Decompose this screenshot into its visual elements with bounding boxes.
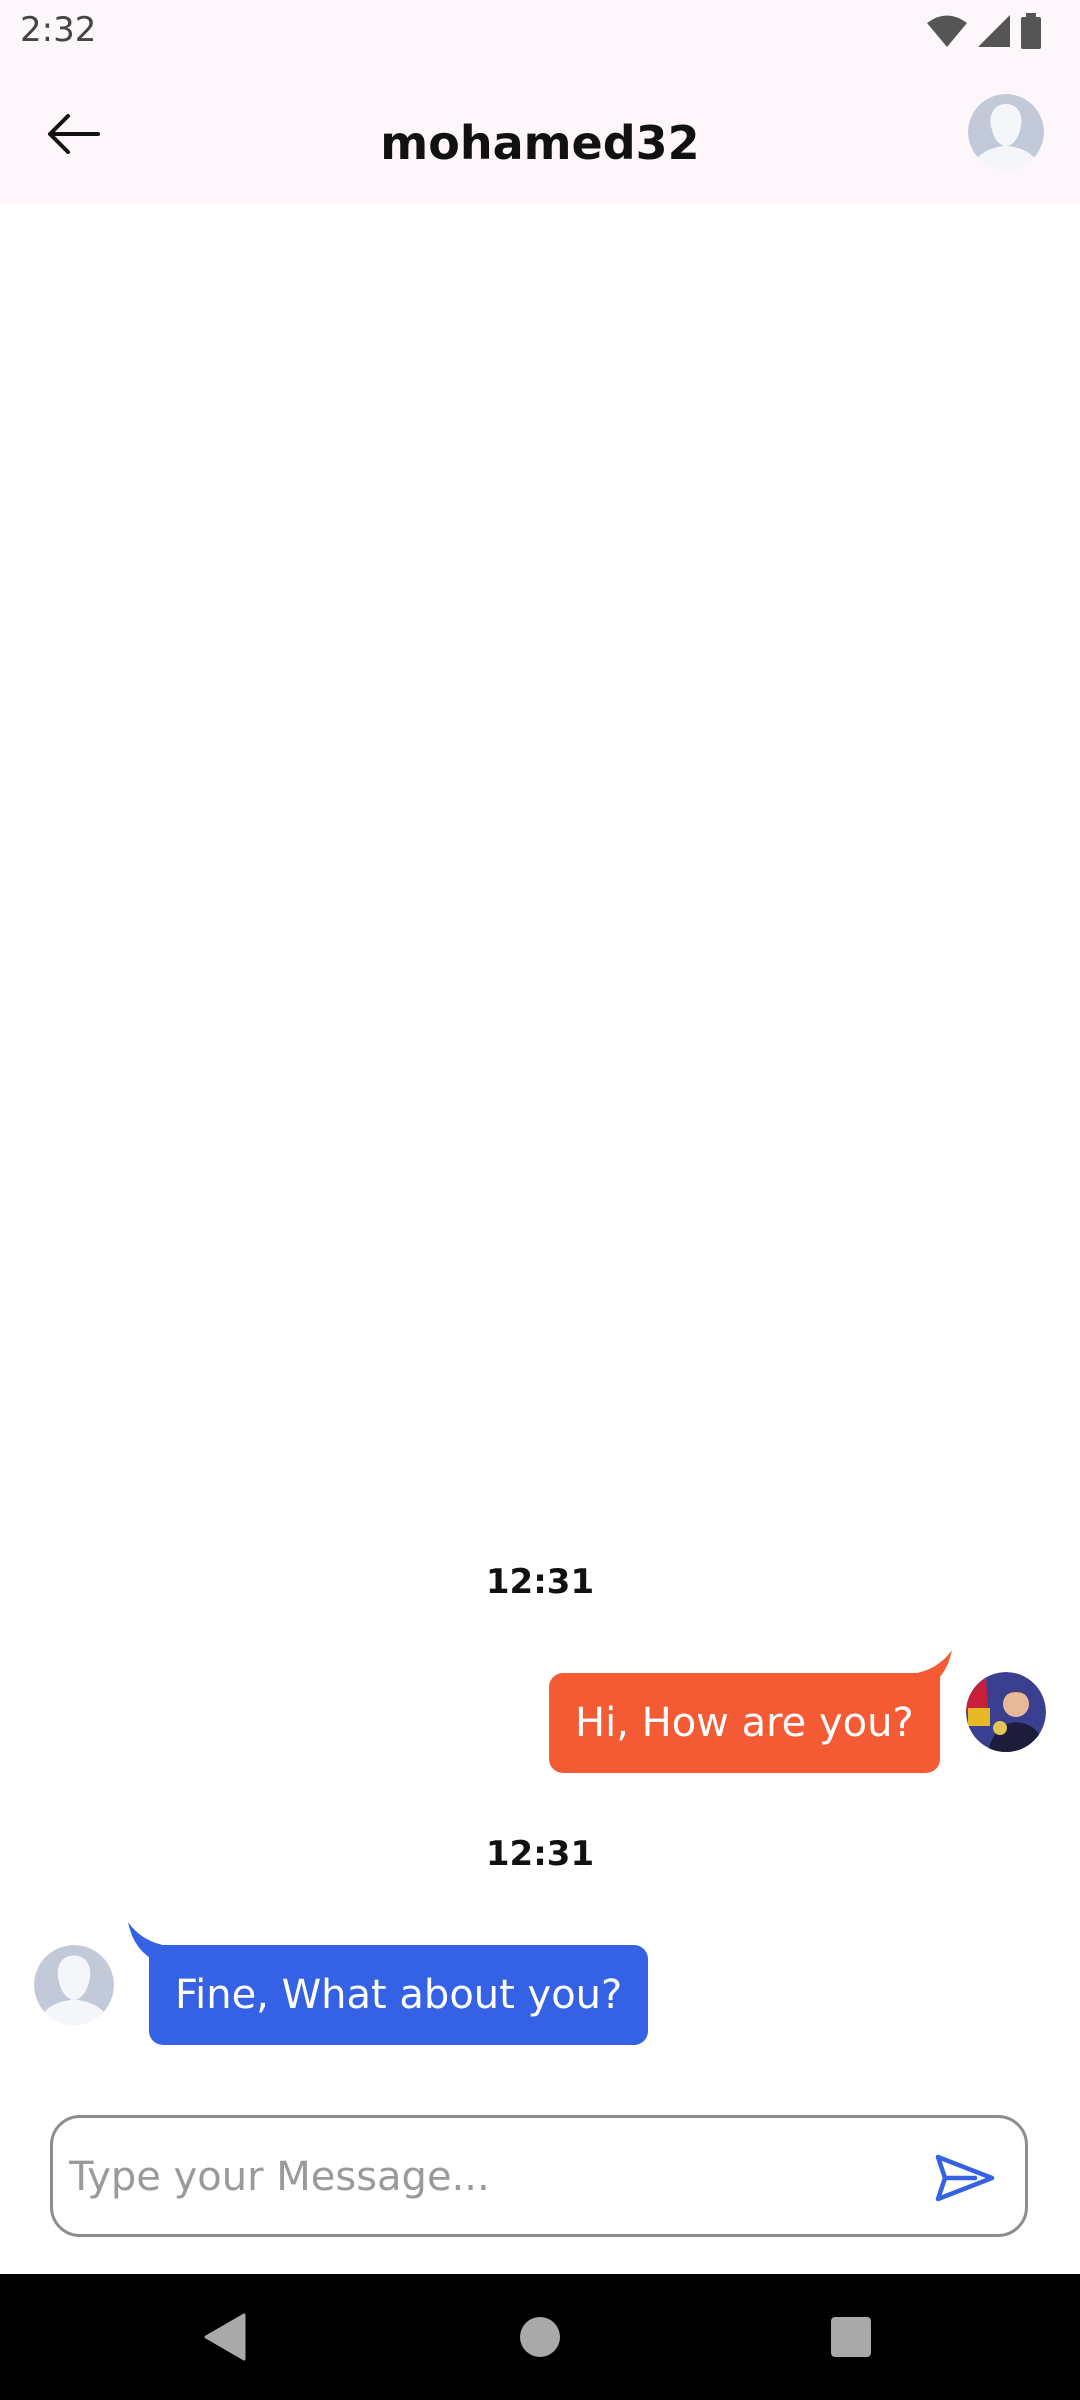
user-photo-avatar (966, 1672, 1046, 1752)
received-message-bubble[interactable]: Fine, What about you? (149, 1945, 649, 2045)
send-icon (935, 2154, 995, 2202)
wifi-icon (927, 15, 967, 47)
status-icons (926, 12, 1042, 50)
sent-message-bubble[interactable]: Hi, How are you? (549, 1673, 940, 1773)
sender-avatar[interactable] (966, 1672, 1046, 1752)
chat-screen: 2:32 mohamed32 12:31 Hi, How are you? 12… (0, 0, 1080, 2400)
send-button[interactable] (933, 2146, 997, 2210)
battery-icon (1021, 13, 1041, 49)
recents-square-icon (831, 2317, 871, 2357)
status-time: 2:32 (20, 10, 97, 50)
message-input[interactable] (67, 2140, 911, 2214)
nav-home-button[interactable] (507, 2304, 573, 2370)
app-bar: mohamed32 (0, 64, 1080, 204)
contact-message-avatar[interactable] (34, 1945, 114, 2025)
nav-back-button[interactable] (192, 2304, 258, 2370)
message-composer (50, 2115, 1028, 2237)
default-avatar-icon (968, 94, 1044, 170)
home-circle-icon (520, 2317, 560, 2357)
system-nav-bar (0, 2274, 1080, 2400)
page-title: mohamed32 (380, 116, 700, 170)
cell-signal-icon (978, 15, 1010, 47)
contact-avatar[interactable] (968, 94, 1044, 170)
message-timestamp: 12:31 (485, 1834, 595, 1874)
nav-recents-button[interactable] (818, 2304, 884, 2370)
back-triangle-icon (204, 2313, 246, 2361)
default-avatar-icon (34, 1945, 114, 2025)
message-timestamp: 12:31 (485, 1562, 595, 1602)
status-bar: 2:32 (0, 0, 1080, 64)
